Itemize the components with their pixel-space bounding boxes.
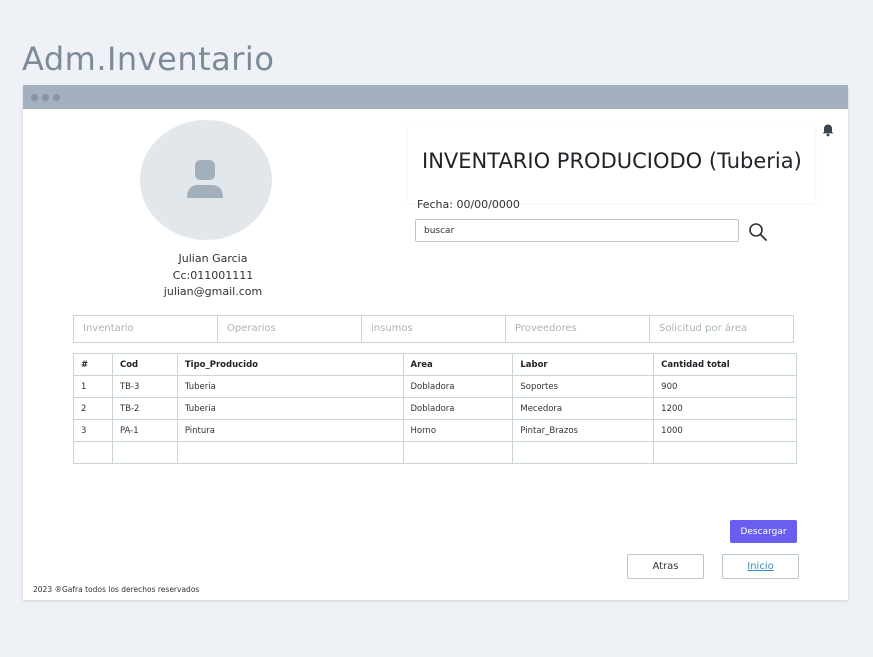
- table-cell: Pintar_Brazos: [512, 419, 655, 442]
- page-title: INVENTARIO PRODUCIODO (Tuberia): [422, 149, 802, 173]
- column-header: #: [73, 353, 113, 376]
- search-icon[interactable]: [748, 222, 768, 242]
- table-cell: TB-2: [111, 397, 178, 420]
- table-cell: 1000: [653, 419, 797, 442]
- table-cell: Horno: [402, 419, 514, 442]
- column-header: Area: [402, 353, 514, 376]
- table-row[interactable]: 1 TB-3 Tuberia Dobladora Soportes 900: [73, 375, 797, 398]
- column-header: Cantidad total: [653, 353, 797, 376]
- app-title: Adm.Inventario: [22, 40, 275, 78]
- table-cell: Dobladora: [402, 375, 514, 398]
- window-titlebar: [23, 85, 848, 109]
- table-cell: Soportes: [512, 375, 655, 398]
- column-header: Cod: [111, 353, 178, 376]
- search-input[interactable]: [415, 219, 739, 242]
- table-header-row: # Cod Tipo_Producido Area Labor Cantidad…: [73, 353, 797, 376]
- table-cell: [176, 441, 404, 464]
- table-cell: 900: [653, 375, 797, 398]
- home-button[interactable]: Inicio: [722, 554, 799, 579]
- tab-proveedores[interactable]: Proveedores: [505, 315, 650, 343]
- avatar: [140, 120, 272, 240]
- table-cell: [402, 441, 514, 464]
- table-row[interactable]: [73, 441, 797, 464]
- table-row[interactable]: 2 TB-2 Tuberia Dobladora Mecedora 1200: [73, 397, 797, 420]
- table-cell: TB-3: [111, 375, 178, 398]
- table-cell: Pintura: [176, 419, 404, 442]
- table-cell: Dobladora: [402, 397, 514, 420]
- user-cc: Cc:011001111: [172, 268, 254, 282]
- table-cell: [111, 441, 178, 464]
- window-dot: [53, 94, 60, 101]
- user-info: Julian Garcia Cc:011001111 julian@gmail.…: [123, 251, 303, 301]
- inventory-table: # Cod Tipo_Producido Area Labor Cantidad…: [73, 353, 797, 464]
- table-cell: [73, 441, 113, 464]
- user-icon: [187, 160, 223, 198]
- column-header: Labor: [512, 353, 655, 376]
- header-card: INVENTARIO PRODUCIODO (Tuberia): [408, 125, 815, 203]
- window-dot: [31, 94, 38, 101]
- date-label: Fecha: 00/00/0000: [417, 198, 520, 211]
- column-header: Tipo_Producido: [176, 353, 404, 376]
- download-button[interactable]: Descargar: [730, 520, 797, 543]
- tab-solicitud-por-area[interactable]: Solicitud por área: [649, 315, 794, 343]
- user-email: julian@gmail.com: [163, 285, 263, 298]
- table-cell: [653, 441, 797, 464]
- tab-insumos[interactable]: insumos: [361, 315, 506, 343]
- nav-tabs: Inventario Operarios insumos Proveedores…: [73, 315, 794, 343]
- tab-operarios[interactable]: Operarios: [217, 315, 362, 343]
- table-cell: PA-1: [111, 419, 178, 442]
- back-button[interactable]: Atras: [627, 554, 704, 579]
- table-cell: 1: [73, 375, 113, 398]
- bell-icon[interactable]: [821, 123, 835, 137]
- user-name: Julian Garcia: [178, 252, 248, 265]
- table-cell: [512, 441, 655, 464]
- window-dot: [42, 94, 49, 101]
- table-cell: Tuberia: [176, 397, 404, 420]
- table-cell: Tuberia: [176, 375, 404, 398]
- app-window: Julian Garcia Cc:011001111 julian@gmail.…: [23, 85, 848, 600]
- table-row[interactable]: 3 PA-1 Pintura Horno Pintar_Brazos 1000: [73, 419, 797, 442]
- table-cell: 1200: [653, 397, 797, 420]
- table-cell: Mecedora: [512, 397, 655, 420]
- tab-inventario[interactable]: Inventario: [73, 315, 218, 343]
- table-cell: 3: [73, 419, 113, 442]
- table-cell: 2: [73, 397, 113, 420]
- footer-copyright: 2023 ®Gafra todos los derechos reservado…: [33, 585, 200, 594]
